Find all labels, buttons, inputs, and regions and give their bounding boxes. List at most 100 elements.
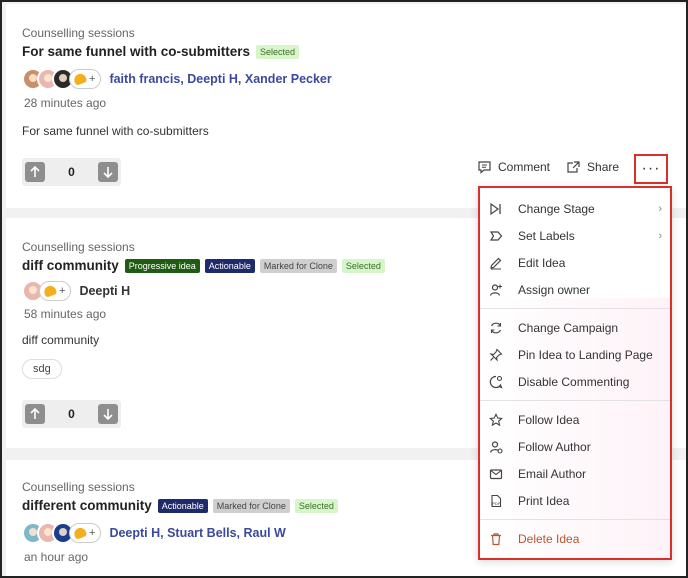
vote-control: 0 [22, 400, 121, 428]
status-badge-clone: Marked for Clone [212, 498, 290, 513]
comment-button[interactable]: Comment [477, 160, 550, 174]
svg-text:PDF: PDF [492, 501, 501, 506]
author-row: + Deepti H, Stuart Bells, Raul W [22, 522, 286, 544]
more-options-button[interactable]: ··· [634, 154, 668, 184]
menu-item-print-idea[interactable]: PDF Print Idea [488, 490, 662, 512]
pin-icon [488, 347, 504, 363]
status-badge-selected: Selected [294, 498, 338, 513]
author-names-link[interactable]: faith francis, Deepti H, Xander Pecker [109, 72, 331, 86]
menu-divider [480, 519, 670, 520]
upvote-button[interactable] [25, 162, 45, 182]
idea-card: Counselling sessions For same funnel wit… [6, 4, 686, 208]
skip-forward-icon [488, 201, 504, 217]
plus-label: + [89, 73, 96, 85]
share-icon [567, 161, 580, 173]
idea-description: For same funnel with co-submitters [22, 124, 209, 138]
idea-title: diff community Progressive idea Actionab… [22, 258, 390, 273]
menu-item-label: Follow Idea [518, 413, 580, 427]
menu-item-label: Change Stage [518, 202, 595, 216]
plus-label: + [89, 527, 96, 539]
idea-title: For same funnel with co-submitters Selec… [22, 44, 304, 59]
menu-item-delete-idea[interactable]: Delete Idea [488, 528, 662, 550]
menu-item-edit-idea[interactable]: Edit Idea [488, 252, 662, 274]
vote-count: 0 [68, 407, 75, 421]
idea-title-text[interactable]: For same funnel with co-submitters [22, 44, 250, 59]
label-tag-icon [488, 228, 504, 244]
comment-off-icon [488, 374, 504, 390]
idea-title-text[interactable]: different community [22, 498, 152, 513]
clap-icon [72, 526, 88, 540]
ideas-feed: Counselling sessions For same funnel wit… [0, 0, 688, 578]
user-plus-icon [488, 282, 504, 298]
campaign-context[interactable]: Counselling sessions [22, 480, 135, 494]
status-badge-selected: Selected [341, 258, 385, 273]
menu-item-assign-owner[interactable]: Assign owner [488, 279, 662, 301]
menu-item-change-stage[interactable]: Change Stage › [488, 198, 662, 220]
status-badge-clone: Marked for Clone [259, 258, 337, 273]
trash-icon [488, 531, 504, 547]
add-coauthor-button[interactable]: + [69, 69, 102, 89]
menu-item-label: Follow Author [518, 440, 591, 454]
campaign-context[interactable]: Counselling sessions [22, 26, 135, 40]
idea-description: diff community [22, 333, 100, 347]
menu-item-label: Print Idea [518, 494, 570, 508]
menu-item-follow-author[interactable]: Follow Author [488, 436, 662, 458]
plus-label: + [59, 285, 66, 297]
pencil-icon [488, 255, 504, 271]
menu-item-change-campaign[interactable]: Change Campaign [488, 317, 662, 339]
menu-item-label: Pin Idea to Landing Page [518, 348, 653, 362]
idea-title-text[interactable]: diff community [22, 258, 119, 273]
menu-item-label: Change Campaign [518, 321, 619, 335]
pdf-icon: PDF [488, 493, 504, 509]
timestamp: an hour ago [24, 550, 89, 564]
chevron-right-icon: › [658, 203, 662, 215]
menu-item-label: Email Author [518, 467, 587, 481]
mail-icon [488, 466, 504, 482]
clap-icon [72, 72, 88, 86]
status-badge-actionable: Actionable [157, 498, 208, 513]
menu-item-email-author[interactable]: Email Author [488, 463, 662, 485]
campaign-context[interactable]: Counselling sessions [22, 240, 135, 254]
author-names-link[interactable]: Deepti H, Stuart Bells, Raul W [109, 526, 285, 540]
status-badge-progressive: Progressive idea [124, 258, 200, 273]
menu-item-label: Disable Commenting [518, 375, 630, 389]
menu-item-disable-commenting[interactable]: Disable Commenting [488, 371, 662, 393]
refresh-icon [488, 320, 504, 336]
author-row: + Deepti H [22, 280, 130, 302]
add-coauthor-button[interactable]: + [39, 281, 72, 301]
share-label: Share [587, 160, 620, 174]
upvote-button[interactable] [25, 404, 45, 424]
downvote-button[interactable] [98, 162, 118, 182]
menu-divider [480, 308, 670, 309]
arrow-down-icon [103, 409, 113, 420]
author-names-link[interactable]: Deepti H [79, 284, 130, 298]
author-row: + faith francis, Deepti H, Xander Pecker [22, 68, 332, 90]
status-badge-selected: Selected [256, 44, 300, 59]
menu-item-label: Assign owner [518, 283, 591, 297]
downvote-button[interactable] [98, 404, 118, 424]
star-icon [488, 412, 504, 428]
idea-options-menu: Change Stage › Set Labels › Edit Idea As… [478, 186, 672, 560]
menu-item-label: Delete Idea [518, 532, 580, 546]
menu-item-label: Set Labels [518, 229, 575, 243]
comment-icon [478, 161, 491, 174]
status-badge-actionable: Actionable [204, 258, 255, 273]
arrow-up-icon [30, 408, 40, 419]
label-tag[interactable]: sdg [22, 359, 62, 379]
menu-item-set-labels[interactable]: Set Labels › [488, 225, 662, 247]
menu-divider [480, 400, 670, 401]
add-coauthor-button[interactable]: + [69, 523, 102, 543]
menu-item-pin-idea[interactable]: Pin Idea to Landing Page [488, 344, 662, 366]
card-actions: Comment Share [477, 160, 635, 174]
user-follow-icon [488, 439, 504, 455]
clap-icon [42, 284, 58, 298]
chevron-right-icon: › [658, 230, 662, 242]
share-button[interactable]: Share [566, 160, 619, 174]
idea-title: different community Actionable Marked fo… [22, 498, 343, 513]
vote-count: 0 [68, 165, 75, 179]
menu-item-follow-idea[interactable]: Follow Idea [488, 409, 662, 431]
timestamp: 58 minutes ago [24, 307, 107, 321]
menu-item-label: Edit Idea [518, 256, 566, 270]
arrow-down-icon [103, 167, 113, 178]
timestamp: 28 minutes ago [24, 96, 107, 110]
